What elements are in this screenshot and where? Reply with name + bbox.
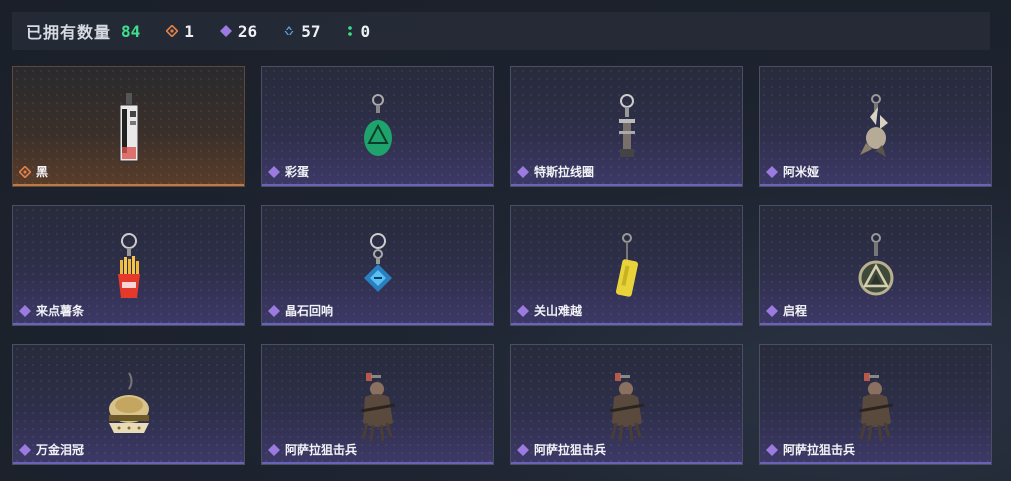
owned-count-total: 84 [121, 21, 141, 41]
sniper-figure-charm-icon [353, 371, 403, 456]
purple-diamond-icon [19, 443, 31, 456]
purple-diamond-icon [268, 304, 280, 317]
purple-diamond-icon [219, 25, 232, 37]
owned-count-label: 已拥有数量 [26, 25, 112, 42]
triangle-disc-charm-icon [856, 232, 896, 307]
burger-charm-icon [104, 371, 154, 446]
crystal-charm-icon [358, 232, 398, 307]
purple-diamond-icon [766, 304, 778, 317]
yellow-bar-charm-icon [607, 232, 647, 307]
black-tag-charm-icon [109, 93, 149, 168]
item-name: 万金泪冠 [36, 443, 85, 457]
tesla-coil-charm-icon [607, 93, 647, 168]
item-card[interactable]: 晶石回响 [261, 205, 494, 326]
item-card[interactable]: 特斯拉线圈 [510, 66, 743, 187]
purple-diamond-icon [766, 443, 778, 456]
purple-diamond-icon [517, 443, 529, 456]
amiya-charm-icon [856, 93, 896, 168]
item-name: 黑 [36, 165, 49, 179]
orange-diamond-icon [19, 165, 31, 178]
item-name: 阿米娅 [783, 165, 820, 179]
stat-green-value: 0 [360, 21, 371, 41]
item-name: 彩蛋 [285, 165, 310, 179]
item-name: 关山难越 [534, 304, 583, 318]
sniper-figure-charm-icon [851, 371, 901, 456]
stat-orange: 1 [166, 22, 194, 41]
item-name: 来点薯条 [36, 304, 85, 318]
stat-blue-value: 57 [301, 21, 321, 41]
item-card[interactable]: 万金泪冠 [12, 344, 245, 465]
sniper-figure-charm-icon [602, 371, 652, 456]
green-egg-charm-icon [358, 93, 398, 168]
item-name: 阿萨拉狙击兵 [783, 443, 856, 457]
item-name: 特斯拉线圈 [534, 165, 595, 179]
orange-diamond-icon [166, 25, 179, 37]
purple-diamond-icon [766, 165, 778, 178]
stat-blue: 57 [283, 22, 320, 41]
item-card[interactable]: 阿米娅 [759, 66, 992, 187]
item-card[interactable]: 黑 [12, 66, 245, 187]
item-card[interactable]: 阿萨拉狙击兵 [759, 344, 992, 465]
stat-orange-value: 1 [184, 21, 194, 41]
purple-diamond-icon [19, 304, 31, 317]
stat-purple: 26 [219, 21, 258, 41]
stat-purple-value: 26 [237, 21, 258, 41]
item-grid: 黑 彩蛋 特斯拉线圈 阿米娅 来点薯条 晶石回响 关山难越 启程 万金泪冠 阿萨… [12, 66, 992, 465]
blue-chevrons-icon [283, 25, 295, 37]
item-name: 晶石回响 [285, 304, 334, 318]
item-name: 阿萨拉狙击兵 [534, 443, 607, 457]
item-card[interactable]: 启程 [759, 205, 992, 326]
item-card[interactable]: 阿萨拉狙击兵 [510, 344, 743, 465]
item-card[interactable]: 彩蛋 [261, 66, 494, 187]
item-card[interactable]: 来点薯条 [12, 205, 245, 326]
item-card[interactable]: 关山难越 [510, 205, 743, 326]
purple-diamond-icon [268, 165, 280, 178]
ownership-summary-bar: 已拥有数量 84 1 26 57 0 [12, 12, 990, 50]
green-dots-icon [346, 25, 354, 37]
item-name: 阿萨拉狙击兵 [285, 443, 358, 457]
purple-diamond-icon [517, 304, 529, 317]
item-card[interactable]: 阿萨拉狙击兵 [261, 344, 494, 465]
item-name: 启程 [783, 304, 808, 318]
purple-diamond-icon [517, 165, 529, 178]
purple-diamond-icon [268, 443, 280, 456]
stat-green: 0 [346, 22, 370, 41]
fries-charm-icon [109, 232, 149, 307]
